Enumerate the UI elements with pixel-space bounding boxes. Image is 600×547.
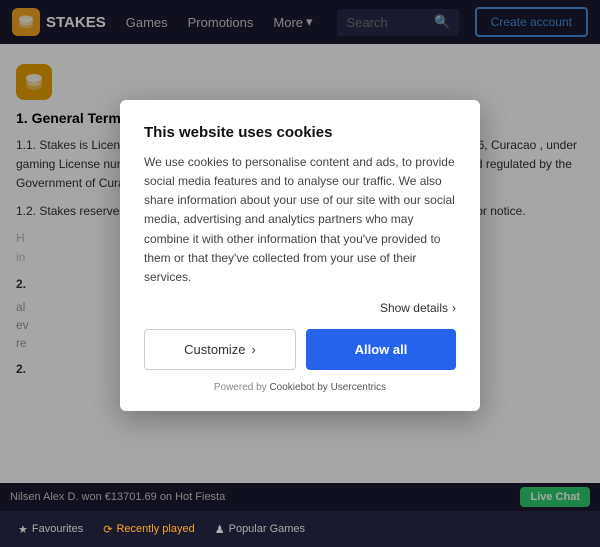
bottom-favourites[interactable]: ★ Favourites xyxy=(8,511,93,547)
cookie-powered: Powered by Cookiebot by Usercentrics xyxy=(144,382,456,393)
cookie-overlay: This website uses cookies We use cookies… xyxy=(0,0,600,511)
chevron-right-icon: › xyxy=(452,301,456,315)
cookiebot-link[interactable]: Cookiebot by Usercentrics xyxy=(269,382,386,393)
bottom-popular-games[interactable]: ♟ Popular Games xyxy=(205,511,315,547)
bottom-recently-played[interactable]: ⟳ Recently played xyxy=(93,511,205,547)
allow-all-button[interactable]: Allow all xyxy=(306,329,456,370)
star-icon: ★ xyxy=(18,523,28,536)
cookie-buttons: Customize › Allow all xyxy=(144,329,456,370)
popular-games-icon: ♟ xyxy=(215,523,225,536)
customize-button[interactable]: Customize › xyxy=(144,329,296,370)
cookie-modal: This website uses cookies We use cookies… xyxy=(120,100,480,411)
recently-played-label: Recently played xyxy=(116,523,194,535)
bottom-bar: ★ Favourites ⟳ Recently played ♟ Popular… xyxy=(0,511,600,547)
cookie-body: We use cookies to personalise content an… xyxy=(144,153,456,287)
show-details-link[interactable]: Show details › xyxy=(144,301,456,315)
popular-games-label: Popular Games xyxy=(229,523,305,535)
cookie-title: This website uses cookies xyxy=(144,124,456,141)
favourites-label: Favourites xyxy=(32,523,83,535)
recently-played-icon: ⟳ xyxy=(103,523,112,536)
chevron-right-icon-customize: › xyxy=(252,342,256,357)
